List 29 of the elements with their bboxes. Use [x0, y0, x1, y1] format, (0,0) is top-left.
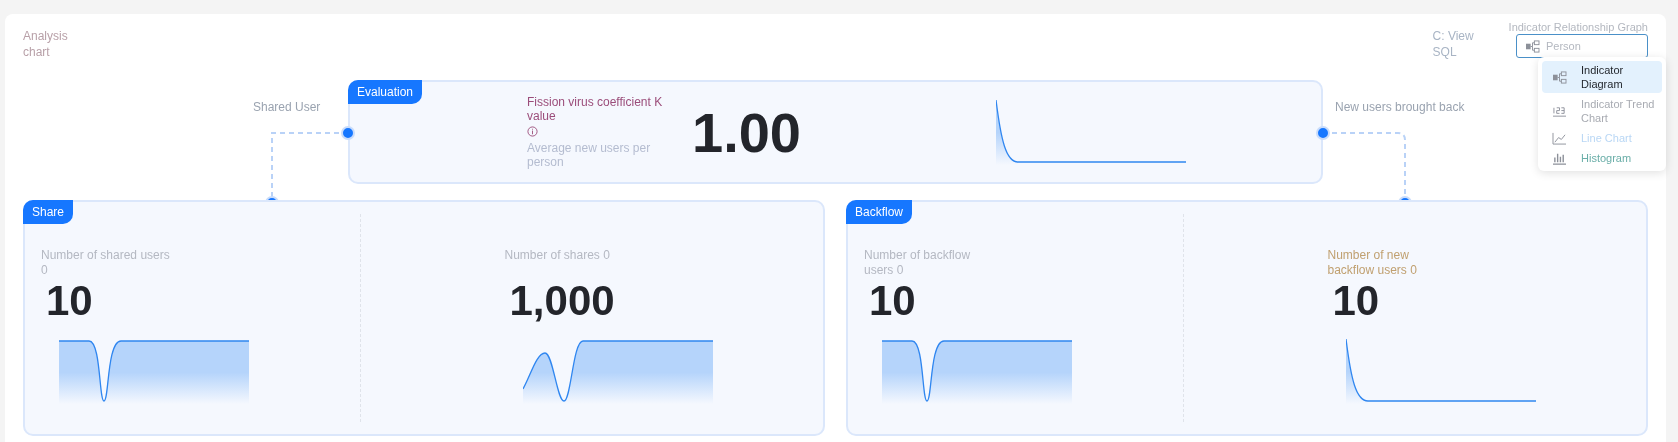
metric-value: 10 [1332, 278, 1381, 324]
card-tag: Evaluation [348, 80, 423, 104]
metric-value: 1,000 [509, 278, 616, 324]
numbers-icon [1552, 104, 1567, 118]
metric-label: Number of backflow users 0 [864, 248, 972, 278]
card-tag: Backflow [846, 200, 913, 224]
view-sql-link[interactable]: C: View SQL [1432, 28, 1489, 60]
info-icon [527, 126, 538, 137]
menu-item[interactable]: Indicator Trend Chart [1542, 95, 1662, 127]
link-label: New users brought back [1335, 100, 1465, 114]
menu-item[interactable]: Histogram [1542, 149, 1662, 167]
link-label: Shared User [253, 100, 321, 114]
metric-label: Number of new backflow users 0 [1327, 248, 1418, 278]
metric-label: Number of shares 0 [504, 248, 611, 264]
metric-value: 10 [46, 278, 94, 324]
metric-value: 1.00 [692, 99, 801, 165]
diagram-icon [1525, 39, 1540, 53]
metric-sublabel: Average new users per person [527, 141, 652, 169]
metric-label: Number of shared users 0 [41, 248, 171, 278]
metric-value: 10 [869, 278, 917, 324]
select-label: Indicator Relationship Graph [1508, 21, 1648, 33]
menu-item[interactable]: Indicator Diagram [1542, 61, 1662, 93]
menu-item[interactable]: Line Chart [1542, 129, 1662, 147]
bar-chart-icon [1552, 151, 1567, 165]
diagram-icon [1552, 70, 1567, 84]
page-title: Analysis chart [23, 28, 69, 61]
card-tag: Share [23, 200, 74, 224]
line-chart-icon [1552, 131, 1567, 145]
metric-label: Fission virus coefficient K value [527, 95, 664, 123]
